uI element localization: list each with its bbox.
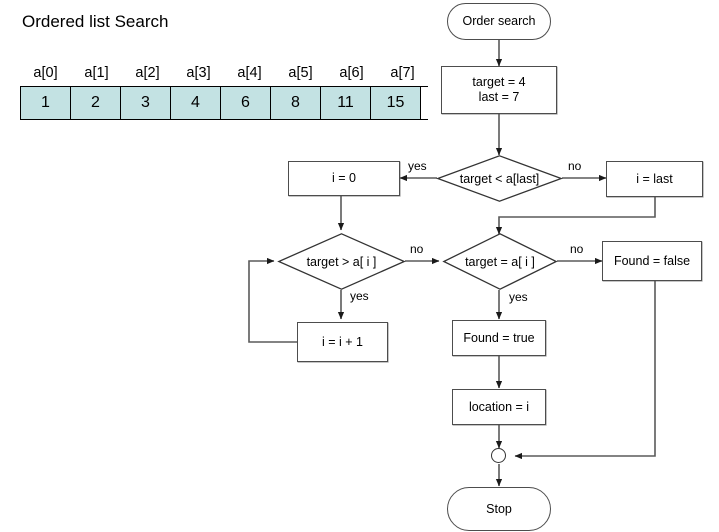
array-cell: 3 <box>121 87 171 119</box>
node-stop-label: Stop <box>486 501 512 516</box>
array-index-label: a[3] <box>186 65 211 81</box>
node-init-line1: target = 4 <box>472 75 526 89</box>
node-found-true[interactable]: Found = true <box>452 320 546 356</box>
page-title: Ordered list Search <box>22 12 169 31</box>
node-found-false-label: Found = false <box>613 253 691 268</box>
node-set-i-zero[interactable]: i = 0 <box>288 161 400 196</box>
edge-label-equal-no: no <box>570 242 584 256</box>
node-set-i-last-label: i = last <box>636 171 673 186</box>
array-index-labels: a[0] a[1] a[2] a[3] a[4] a[5] a[6] a[7] <box>20 62 428 86</box>
merge-junction <box>491 448 506 463</box>
node-location[interactable]: location = i <box>452 389 546 425</box>
array-index-label: a[7] <box>390 65 415 81</box>
node-increment[interactable]: i = i + 1 <box>297 322 388 362</box>
node-increment-label: i = i + 1 <box>322 334 363 349</box>
node-location-label: location = i <box>468 399 530 414</box>
array-illustration: a[0] a[1] a[2] a[3] a[4] a[5] a[6] a[7] … <box>20 62 428 120</box>
array-index-label: a[1] <box>84 65 109 81</box>
node-init-line2: last = 7 <box>478 90 520 104</box>
node-start[interactable]: Order search <box>447 3 551 40</box>
node-init[interactable]: target = 4 last = 7 <box>441 66 557 114</box>
node-decision-target-eq-ai-label: target = a[ i ] <box>465 254 535 269</box>
node-found-true-label: Found = true <box>463 330 535 345</box>
array-index-label: a[4] <box>237 65 262 81</box>
node-set-i-last[interactable]: i = last <box>606 161 703 197</box>
flowchart-canvas: Ordered list Search a[0] a[1] a[2] a[3] … <box>0 0 719 532</box>
node-set-i-zero-label: i = 0 <box>332 171 356 185</box>
array-cell: 8 <box>271 87 321 119</box>
array-index-label: a[5] <box>288 65 313 81</box>
array-cell: 11 <box>321 87 371 119</box>
node-decision-target-gt-ai-label: target > a[ i ] <box>306 254 377 269</box>
edge-label-last-yes: yes <box>408 159 427 173</box>
node-decision-target-lt-alast[interactable]: target < a[last] <box>435 155 564 202</box>
array-index-label: a[6] <box>339 65 364 81</box>
node-stop[interactable]: Stop <box>447 487 551 531</box>
array-cell: 15 <box>371 87 421 119</box>
edge-label-equal-yes: yes <box>509 290 528 304</box>
node-found-false[interactable]: Found = false <box>602 241 702 281</box>
edge-label-last-no: no <box>568 159 582 173</box>
array-index-label: a[0] <box>33 65 58 81</box>
array-cell: 6 <box>221 87 271 119</box>
node-decision-target-eq-ai[interactable]: target = a[ i ] <box>442 233 558 290</box>
edge-label-greater-no: no <box>410 242 424 256</box>
node-start-label: Order search <box>462 14 536 28</box>
array-cell: 1 <box>21 87 71 119</box>
array-cell: 4 <box>171 87 221 119</box>
array-cell: 2 <box>71 87 121 119</box>
node-decision-target-gt-ai[interactable]: target > a[ i ] <box>277 233 406 290</box>
edge-label-greater-yes: yes <box>350 289 369 303</box>
array-index-label: a[2] <box>135 65 160 81</box>
node-decision-target-lt-alast-label: target < a[last] <box>459 171 540 186</box>
array-value-cells: 1 2 3 4 6 8 11 15 <box>20 86 428 120</box>
